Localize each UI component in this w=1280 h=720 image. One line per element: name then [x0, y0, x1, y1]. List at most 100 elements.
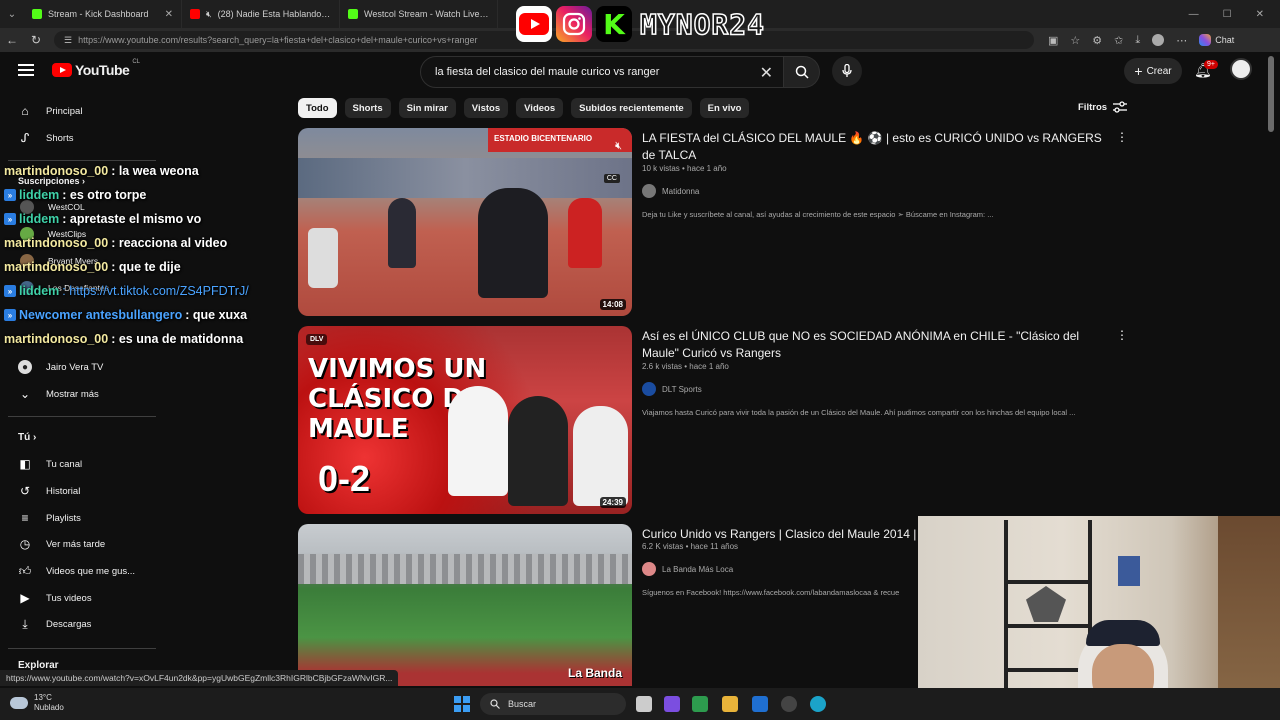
playlists-icon: ≡ — [21, 511, 29, 525]
video-meta: 10 k vistas • hace 1 año — [642, 164, 727, 173]
chat-username: martindonoso_00 — [4, 332, 109, 346]
downloads-icon: ⤓ — [22, 616, 28, 631]
user-badge-icon: » — [4, 213, 16, 225]
teams-icon[interactable] — [664, 696, 680, 712]
extensions-icon[interactable]: ⚙ — [1092, 34, 1102, 47]
channel-avatar — [642, 382, 656, 396]
user-badge-icon: » — [4, 189, 16, 201]
sidebar-item-label: Videos que me gus... — [46, 565, 136, 577]
windows-start-icon[interactable] — [454, 696, 470, 712]
youtube-home-logo[interactable]: YouTube CL — [52, 59, 140, 78]
video-thumbnail[interactable]: ESTADIO BICENTENARIO 🔇︎ CC 14:08 — [298, 128, 632, 316]
filters-button[interactable]: Filtros — [1078, 101, 1128, 113]
create-label: Crear — [1146, 65, 1172, 77]
chat-username: martindonoso_00 — [4, 236, 109, 250]
video-thumbnail[interactable]: DLV VIVIMOS UN CLÁSICO DEL MAULE 0-2 24:… — [298, 326, 632, 514]
more-menu-icon[interactable]: ⋯ — [1176, 34, 1187, 47]
video-title[interactable]: Curico Unido vs Rangers | Clasico del Ma… — [642, 526, 932, 543]
store-icon[interactable] — [692, 696, 708, 712]
create-button[interactable]: + Crear — [1124, 58, 1182, 84]
favorite-star-icon[interactable]: ☆ — [1070, 34, 1080, 47]
browser-tab-kick-dashboard[interactable]: Stream - Kick Dashboard ✕ — [24, 0, 182, 28]
sidebar-item-shorts[interactable]: ᔑ Shorts — [18, 125, 74, 151]
maximize-icon[interactable]: ☐ — [1223, 9, 1232, 20]
chip-en-vivo[interactable]: En vivo — [699, 98, 750, 118]
sidebar-item-label: Jairo Vera TV — [46, 361, 104, 373]
channel-link[interactable]: Matidonna — [642, 184, 699, 198]
sidebar-item-principal[interactable]: ⌂ Principal — [18, 98, 82, 124]
taskbar-search[interactable]: Buscar — [480, 693, 626, 715]
sidebar-sub-jairo-vera[interactable]: ● Jairo Vera TV — [18, 354, 103, 380]
sidebar-item-playlists[interactable]: ≡ Playlists — [18, 505, 80, 531]
chat-message: martindonoso_00 : la wea weona — [4, 164, 199, 178]
tab-list-icon[interactable]: ⌄ — [0, 9, 24, 20]
sidebar-item-label: WestCOL — [48, 202, 85, 212]
task-view-icon[interactable] — [636, 696, 652, 712]
back-arrow-icon[interactable]: ← — [0, 33, 24, 47]
search-input[interactable]: la fiesta del clasico del maule curico v… — [420, 56, 784, 88]
video-title[interactable]: LA FIESTA del CLÁSICO DEL MAULE 🔥 ⚽ | es… — [642, 130, 1102, 164]
copilot-chat-button[interactable]: Chat — [1199, 34, 1234, 46]
mute-icon[interactable]: 🔇︎ — [615, 140, 622, 153]
hamburger-menu-icon[interactable] — [18, 64, 34, 76]
more-actions-icon[interactable]: ⋮ — [1116, 328, 1128, 342]
site-info-icon[interactable]: ☰ — [64, 35, 72, 46]
file-explorer-icon[interactable] — [722, 696, 738, 712]
closed-captions-badge[interactable]: CC — [603, 174, 620, 183]
sidebar-item-ver-mas-tarde[interactable]: ◷ Ver más tarde — [18, 531, 105, 557]
you-heading[interactable]: Tú › — [18, 432, 36, 443]
sidebar-item-tu-canal[interactable]: ◧ Tu canal — [18, 451, 82, 477]
channel-name: Matidonna — [662, 186, 700, 196]
microphone-icon — [842, 64, 852, 77]
more-actions-icon[interactable]: ⋮ — [1116, 130, 1128, 144]
chip-shorts[interactable]: Shorts — [344, 98, 391, 118]
clear-search-icon[interactable]: ✕ — [760, 63, 773, 83]
profile-avatar[interactable] — [1152, 34, 1165, 46]
sidebar-item-liked-videos[interactable]: 👍︎ Videos que me gus... — [18, 558, 135, 584]
channel-link[interactable]: DLT Sports — [642, 382, 702, 396]
chat-text: : es otro torpe — [62, 188, 147, 202]
page-scrollbar[interactable] — [1268, 56, 1274, 132]
chip-todo[interactable]: Todo — [298, 98, 337, 118]
mail-icon[interactable] — [752, 696, 768, 712]
chip-subidos-recientemente[interactable]: Subidos recientemente — [571, 98, 692, 118]
chat-link-text[interactable]: : https://vt.tiktok.com/ZS4PFDTrJ/ — [62, 284, 248, 298]
muted-speaker-icon[interactable]: 🔇︎ — [206, 9, 212, 20]
reload-icon[interactable]: ↻ — [24, 33, 48, 47]
user-badge-icon: » — [4, 285, 16, 297]
toolbar-icons: ▣ ☆ ⚙ ✩ ⤓ ⋯ Chat — [1048, 34, 1234, 47]
search-button[interactable] — [784, 56, 820, 88]
favorites-icon[interactable]: ✩ — [1114, 34, 1123, 47]
weather-widget[interactable]: 13°C Nublado — [10, 693, 64, 713]
chat-message: martindonoso_00 : es una de matidonna — [4, 332, 243, 346]
chat-username: Newcomer antesbullangero — [19, 308, 183, 322]
browser-tab-westcol[interactable]: Westcol Stream - Watch Live on K — [340, 0, 498, 28]
chip-videos[interactable]: Videos — [516, 98, 564, 118]
sidebar-show-more[interactable]: ⌄ Mostrar más — [18, 381, 99, 407]
video-title[interactable]: Así es el ÚNICO CLUB que NO es SOCIEDAD … — [642, 328, 1102, 362]
tab-close-icon[interactable]: ✕ — [165, 9, 173, 20]
chip-sin-mirar[interactable]: Sin mirar — [398, 98, 456, 118]
search-icon — [490, 699, 500, 709]
edge-browser-icon[interactable] — [810, 696, 826, 712]
search-result[interactable]: ESTADIO BICENTENARIO 🔇︎ CC 14:08 LA FIES… — [298, 128, 1128, 316]
chip-vistos[interactable]: Vistos — [463, 98, 509, 118]
browser-tab-youtube[interactable]: 🔇︎ (28) Nadie Esta Hablando De — [182, 0, 340, 28]
sidebar-item-historial[interactable]: ↺ Historial — [18, 478, 80, 504]
like-icon: 👍︎ — [18, 563, 32, 578]
minimize-icon[interactable]: — — [1189, 9, 1199, 20]
voice-search-button[interactable] — [832, 56, 862, 86]
search-result[interactable]: DLV VIVIMOS UN CLÁSICO DEL MAULE 0-2 24:… — [298, 326, 1128, 514]
sidebar-item-tus-videos[interactable]: ▶ Tus videos — [18, 585, 91, 611]
downloads-icon[interactable]: ⤓ — [1135, 34, 1140, 47]
youtube-favicon-icon — [190, 9, 200, 19]
channel-link[interactable]: La Banda Más Loca — [642, 562, 733, 576]
channel-avatar — [642, 562, 656, 576]
your-videos-icon: ▶ — [20, 591, 30, 605]
obs-icon[interactable] — [781, 696, 797, 712]
split-screen-icon[interactable]: ▣ — [1048, 34, 1058, 47]
account-avatar[interactable] — [1230, 58, 1252, 80]
video-thumbnail[interactable]: La Banda — [298, 524, 632, 686]
sidebar-item-descargas[interactable]: ⤓ Descargas — [18, 611, 91, 637]
close-window-icon[interactable]: ✕ — [1256, 9, 1264, 20]
